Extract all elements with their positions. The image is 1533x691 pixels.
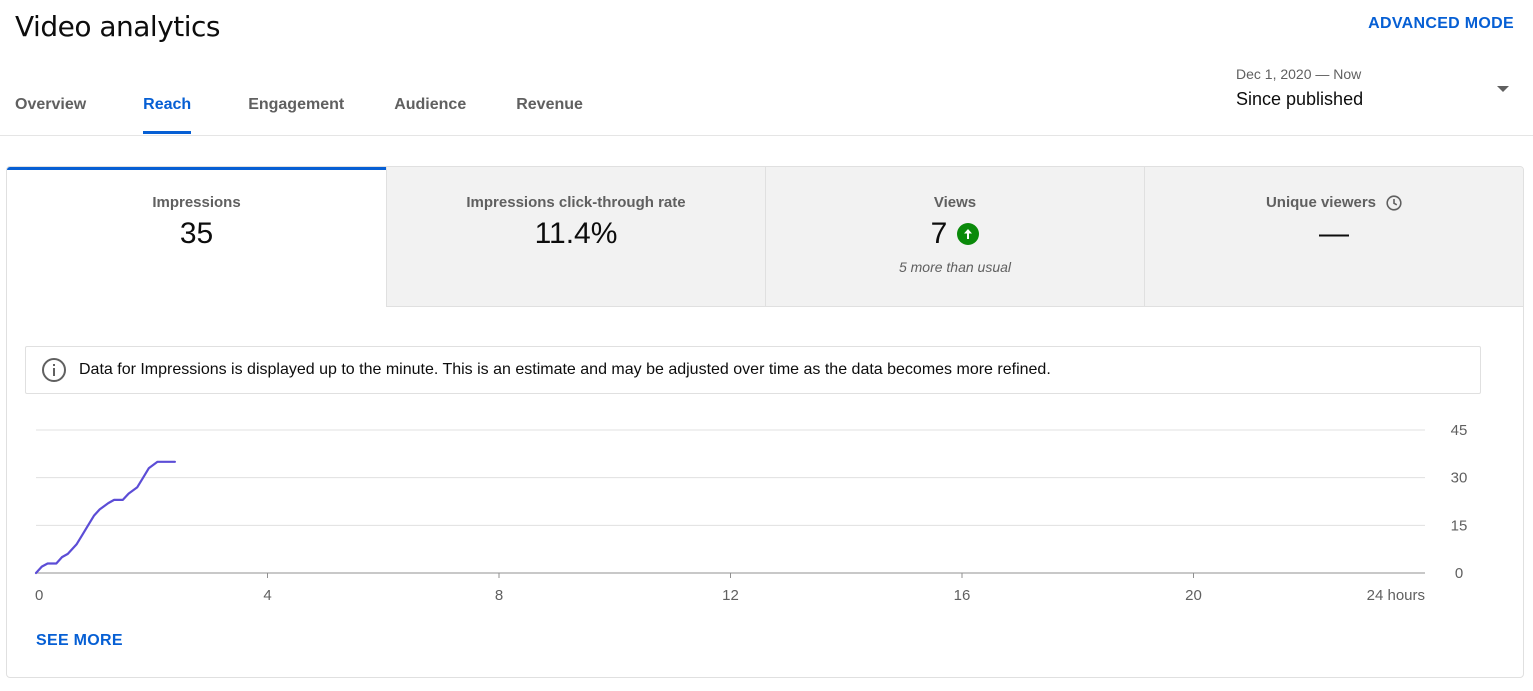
date-range[interactable]: Dec 1, 2020 — Now <box>1236 66 1361 82</box>
page-title: Video analytics <box>15 10 221 43</box>
x-tick-label: 24 hours <box>1367 587 1425 604</box>
arrow-up-icon <box>957 223 980 245</box>
metric-label: Impressions click-through rate <box>466 194 686 211</box>
metric-value: 11.4% <box>534 217 618 250</box>
metric-value-row: 7 <box>766 217 1144 251</box>
data-notice: Data for Impressions is displayed up to … <box>25 346 1481 394</box>
metric-label: Impressions <box>152 194 241 211</box>
x-tick-label: 16 <box>954 587 971 604</box>
x-tick-label: 8 <box>495 587 503 604</box>
series-line <box>34 460 176 575</box>
header-divider <box>0 135 1533 136</box>
date-selector-label[interactable]: Since published <box>1236 89 1363 110</box>
caret-down-icon[interactable] <box>1497 86 1509 92</box>
y-tick-label: 0 <box>1455 565 1463 582</box>
info-icon <box>41 357 67 383</box>
x-tick-label: 4 <box>263 587 271 604</box>
x-tick-label: 20 <box>1185 587 1202 604</box>
metric-views[interactable]: Views 7 5 more than usual <box>765 167 1144 307</box>
tab-overview[interactable]: Overview <box>15 82 86 134</box>
reach-card: Impressions 35 Impressions click-through… <box>6 166 1524 678</box>
y-tick-label: 45 <box>1451 422 1468 439</box>
tab-audience[interactable]: Audience <box>394 82 466 134</box>
metric-comparison: 5 more than usual <box>898 259 1012 275</box>
metric-value: — <box>1319 217 1349 250</box>
metric-impressions[interactable]: Impressions 35 <box>7 167 386 307</box>
tab-reach[interactable]: Reach <box>143 82 192 134</box>
metric-ctr[interactable]: Impressions click-through rate 11.4% <box>386 167 765 307</box>
metric-label: Views <box>933 194 977 211</box>
advanced-mode-button[interactable]: ADVANCED MODE <box>1368 15 1514 33</box>
metric-value: 7 <box>930 217 948 250</box>
metric-label: Unique viewers <box>1265 194 1377 211</box>
tab-bar: Overview Reach Engagement Audience Reven… <box>0 82 583 134</box>
y-tick-label: 30 <box>1451 470 1468 487</box>
notice-text: Data for Impressions is displayed up to … <box>79 361 1051 378</box>
see-more-button[interactable]: SEE MORE <box>36 632 123 650</box>
metric-unique-viewers[interactable]: Unique viewers — <box>1144 167 1523 307</box>
metric-value: 35 <box>179 217 214 250</box>
x-tick-label: 0 <box>35 587 43 604</box>
impressions-chart: 0 15 30 45 0 4 8 12 16 20 24 hours <box>34 422 1468 604</box>
y-tick-label: 15 <box>1451 517 1468 534</box>
clock-icon[interactable] <box>1386 194 1402 211</box>
tab-engagement[interactable]: Engagement <box>248 82 344 134</box>
tab-revenue[interactable]: Revenue <box>516 82 583 134</box>
x-tick-label: 12 <box>722 587 739 604</box>
metric-tabs: Impressions 35 Impressions click-through… <box>7 167 1523 307</box>
metric-label-row: Unique viewers <box>1145 194 1523 211</box>
